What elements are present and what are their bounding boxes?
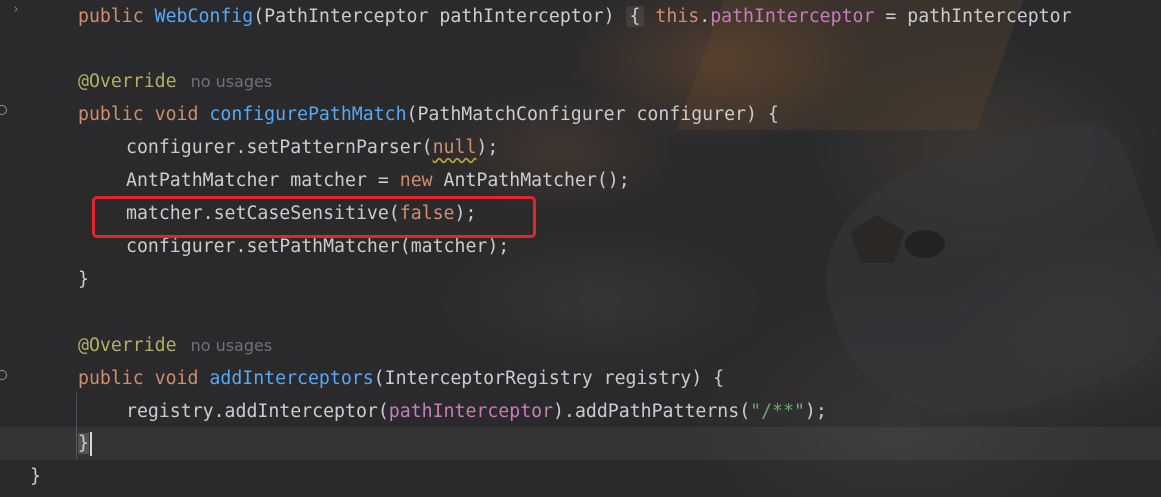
folded-block-marker[interactable]: {	[625, 6, 645, 27]
code-line[interactable]: AntPathMatcher matcher = new AntPathMatc…	[126, 164, 630, 197]
override-marker-icon[interactable]	[0, 105, 7, 115]
code-line[interactable]: public WebConfig(PathInterceptor pathInt…	[78, 0, 1072, 33]
matched-brace: }	[78, 433, 89, 454]
usages-hint[interactable]: no usages	[191, 336, 273, 355]
fold-chevron-icon[interactable]: ›	[12, 2, 20, 17]
code-line[interactable]: @Override no usages	[78, 329, 272, 362]
text-caret	[89, 432, 92, 456]
code-line[interactable]: public void addInterceptors(InterceptorR…	[78, 362, 724, 395]
usages-hint[interactable]: no usages	[191, 72, 273, 91]
current-line-highlight[interactable]: }	[0, 427, 1161, 460]
red-highlight-box	[92, 196, 536, 238]
wallpaper-shape	[797, 105, 1161, 455]
code-line[interactable]: @Override no usages	[78, 65, 272, 98]
editor-gutter[interactable]: ›	[0, 0, 28, 497]
wallpaper-shape	[905, 230, 945, 258]
code-line[interactable]: registry.addInterceptor(pathInterceptor)…	[126, 395, 827, 428]
code-line[interactable]: }	[78, 263, 89, 296]
code-line[interactable]: configurer.setPatternParser(null);	[126, 131, 498, 164]
code-line[interactable]: }	[30, 460, 41, 493]
code-line[interactable]: public void configurePathMatch(PathMatch…	[78, 98, 779, 131]
override-marker-icon[interactable]	[0, 370, 7, 380]
